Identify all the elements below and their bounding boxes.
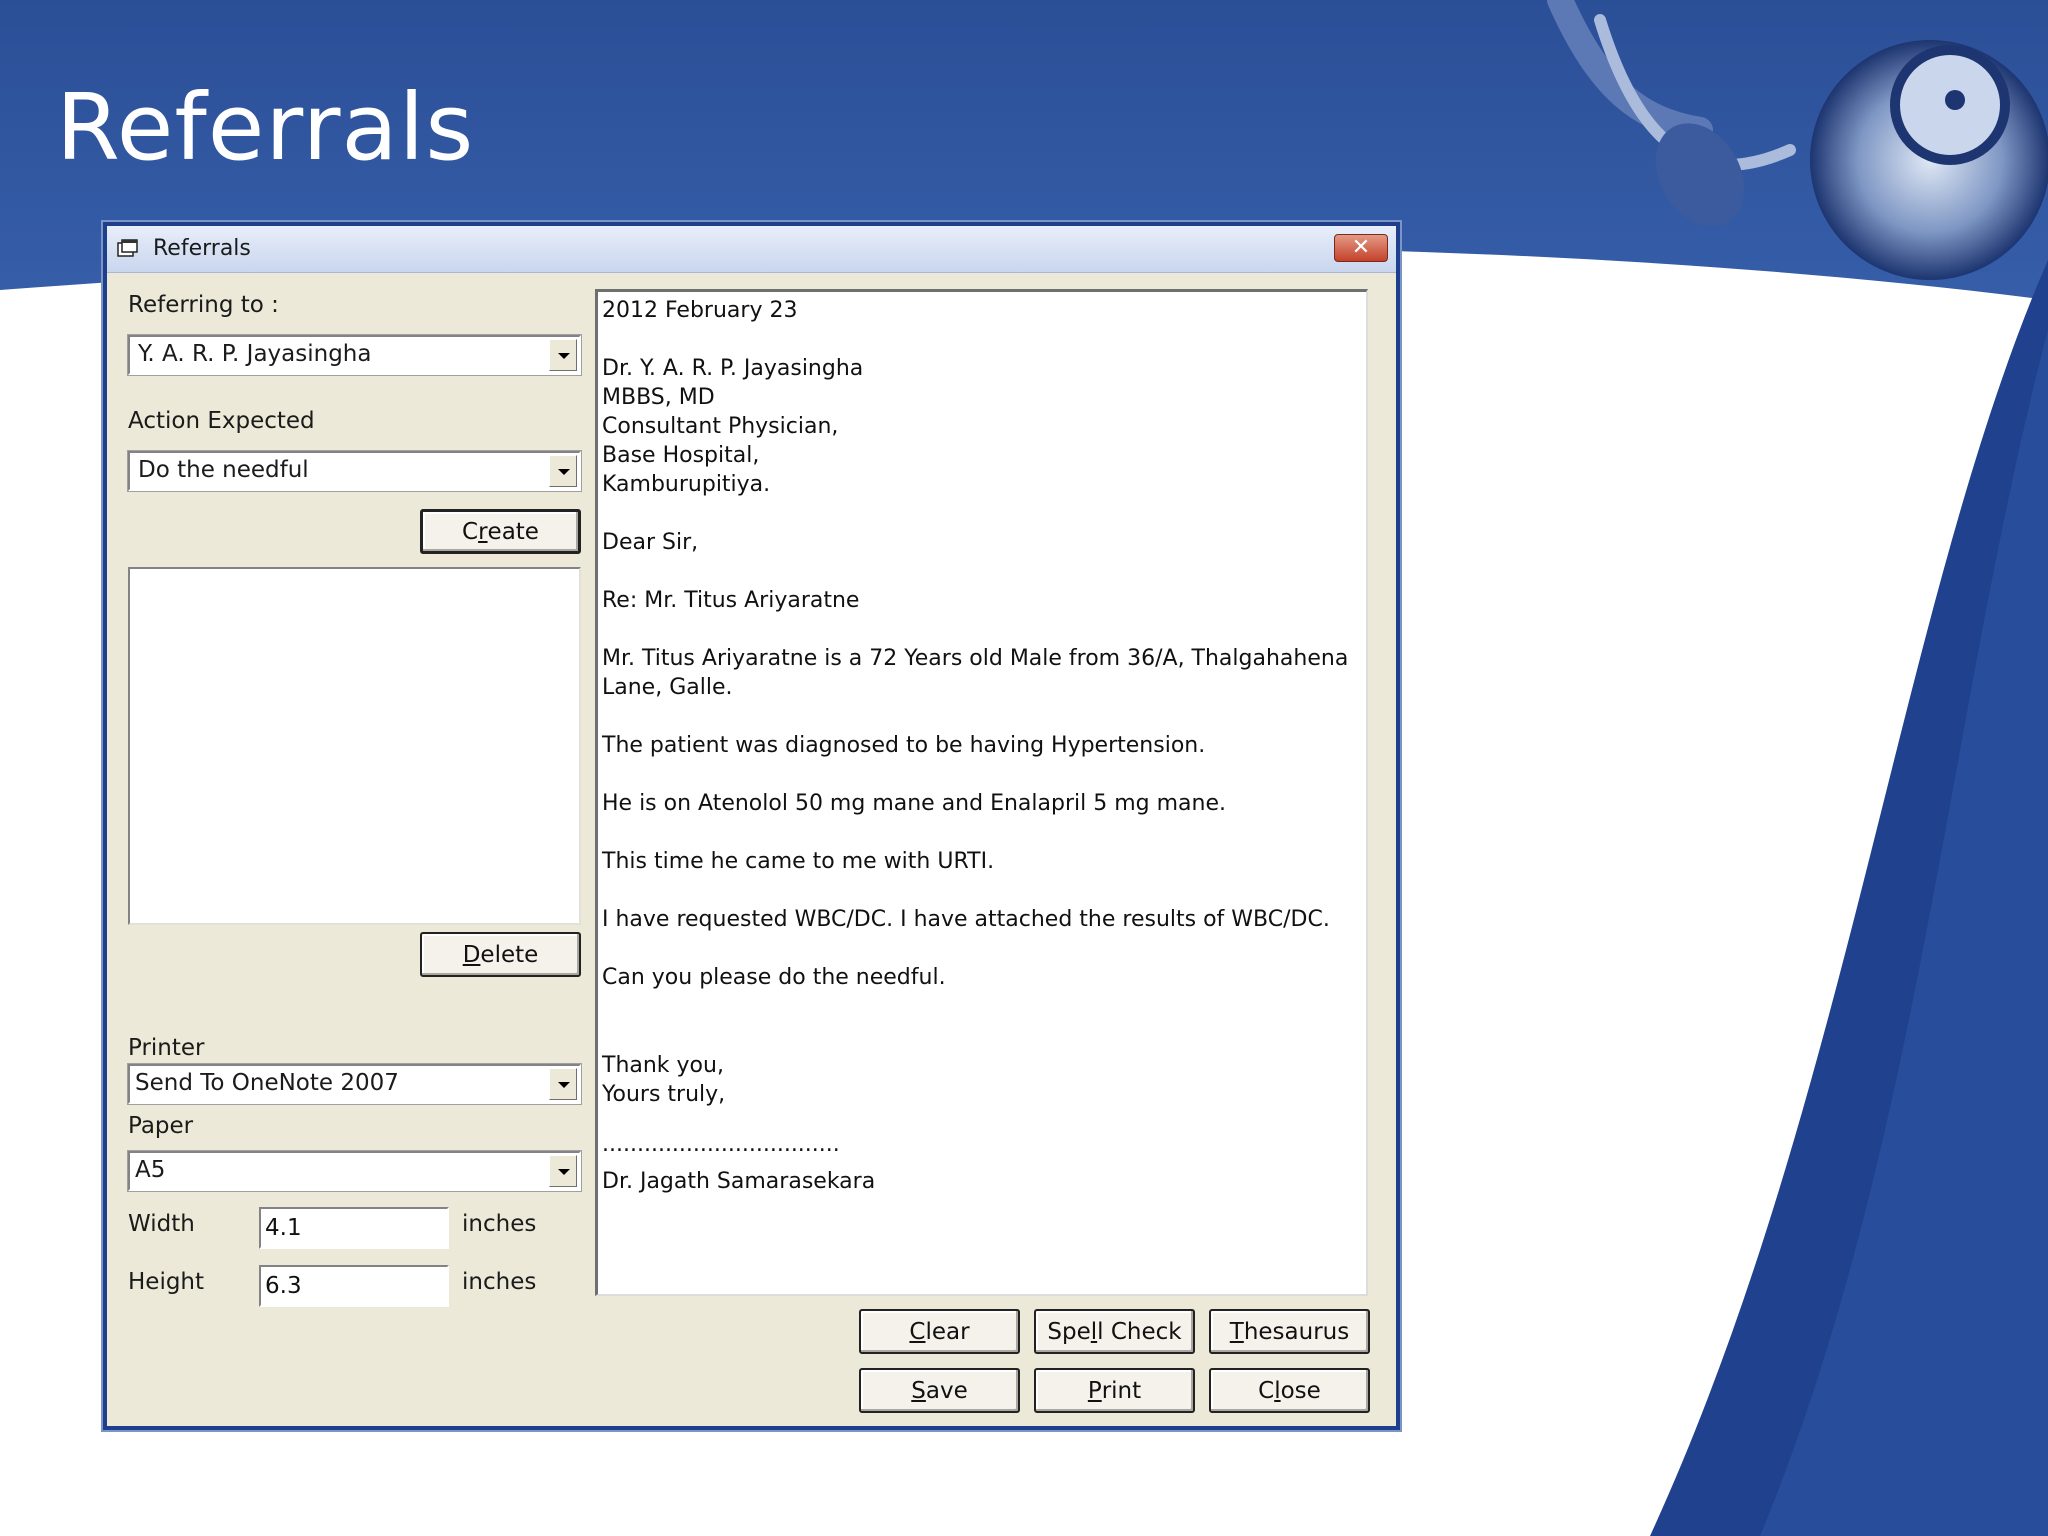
delete-button-mnemonic: D [462,941,481,968]
print-button-mnemonic: P [1087,1377,1102,1404]
close-button[interactable]: Cl ose [1209,1368,1370,1413]
letter-text-area[interactable]: 2012 February 23 Dr. Y. A. R. P. Jayasin… [595,289,1368,1296]
height-label: Height [128,1269,205,1295]
letter-line: This time he came to me with URTI. [602,849,995,874]
thesaurus-button-mnemonic: T [1229,1318,1244,1345]
letter-line: Mr. Titus Ariyaratne is a 72 Years old M… [602,646,1349,671]
save-button[interactable]: Save [859,1368,1020,1413]
letter-line: Base Hospital, [602,443,760,468]
letter-line: 2012 February 23 [602,298,798,323]
create-button-label: C [462,518,479,545]
chevron-down-icon[interactable] [549,1068,577,1100]
action-expected-label: Action Expected [128,408,315,434]
slide-title: Referrals [56,74,475,181]
save-button-label-rest: ave [925,1377,968,1404]
letter-line: Dr. Y. A. R. P. Jayasingha [602,356,864,381]
action-expected-value: Do the needful [138,457,309,483]
printer-value: Send To OneNote 2007 [135,1070,399,1096]
create-button[interactable]: Cr eate [420,509,581,554]
delete-button[interactable]: Delete [420,932,581,977]
chevron-down-icon[interactable] [549,339,577,371]
window-close-icon[interactable]: ✕ [1334,234,1388,262]
spell-check-button[interactable]: Spe l l Check [1034,1309,1195,1354]
letter-line: Can you please do the needful. [602,965,946,990]
printer-select[interactable]: Send To OneNote 2007 [127,1063,582,1105]
height-input[interactable]: 6.3 [259,1265,449,1307]
thesaurus-button[interactable]: Thesaurus [1209,1309,1370,1354]
clear-button-label-rest: lear [925,1318,970,1345]
referring-to-label: Referring to : [128,292,279,318]
clear-button-mnemonic: C [909,1318,926,1345]
print-button-label-rest: rint [1101,1377,1142,1404]
close-button-label: C [1258,1377,1275,1404]
create-button-mnemonic: r [478,518,488,545]
delete-button-label-rest: elete [480,941,539,968]
letter-line: Thank you, [602,1053,724,1078]
spell-check-button-label-rest: l Check [1097,1318,1182,1345]
printer-label: Printer [128,1035,205,1061]
letter-line: Consultant Physician, [602,414,839,439]
width-input[interactable]: 4.1 [259,1207,449,1249]
letter-line: Lane, Galle. [602,675,733,700]
chevron-down-icon[interactable] [549,1155,577,1187]
window-title: Referrals [153,236,251,261]
width-value: 4.1 [265,1215,302,1241]
paper-value: A5 [135,1157,166,1183]
save-button-mnemonic: S [911,1377,926,1404]
title-bar[interactable]: Referrals ✕ [107,226,1396,273]
letter-line: He is on Atenolol 50 mg mane and Enalapr… [602,791,1226,816]
letter-line: Dear Sir, [602,530,699,555]
height-value: 6.3 [265,1273,302,1299]
width-label: Width [128,1211,195,1237]
create-button-label-rest: eate [487,518,539,545]
action-expected-select[interactable]: Do the needful [127,450,582,492]
letter-line: MBBS, MD [602,385,715,410]
spell-check-button-label: Spe [1047,1318,1091,1345]
letter-line: Dr. Jagath Samarasekara [602,1169,876,1194]
close-button-label-rest: ose [1280,1377,1321,1404]
letter-line: .................................. [602,1132,840,1157]
paper-label: Paper [128,1113,194,1139]
paper-select[interactable]: A5 [127,1150,582,1192]
window-icon [117,239,138,257]
width-unit-label: inches [462,1211,537,1237]
referring-to-value: Y. A. R. P. Jayasingha [138,341,372,367]
letter-line: Kamburupitiya. [602,472,771,497]
clear-button[interactable]: Clear [859,1309,1020,1354]
referral-list[interactable] [128,567,581,925]
letter-line: The patient was diagnosed to be having H… [602,733,1206,758]
letter-line: Re: Mr. Titus Ariyaratne [602,588,860,613]
print-button[interactable]: Print [1034,1368,1195,1413]
letter-line: Yours truly, [602,1082,726,1107]
letter-line: I have requested WBC/DC. I have attached… [602,907,1330,932]
referring-to-select[interactable]: Y. A. R. P. Jayasingha [127,334,582,376]
chevron-down-icon[interactable] [549,455,577,487]
referrals-dialog: Referrals ✕ Referring to : Y. A. R. P. J… [103,222,1400,1430]
height-unit-label: inches [462,1269,537,1295]
thesaurus-button-label-rest: hesaurus [1243,1318,1350,1345]
